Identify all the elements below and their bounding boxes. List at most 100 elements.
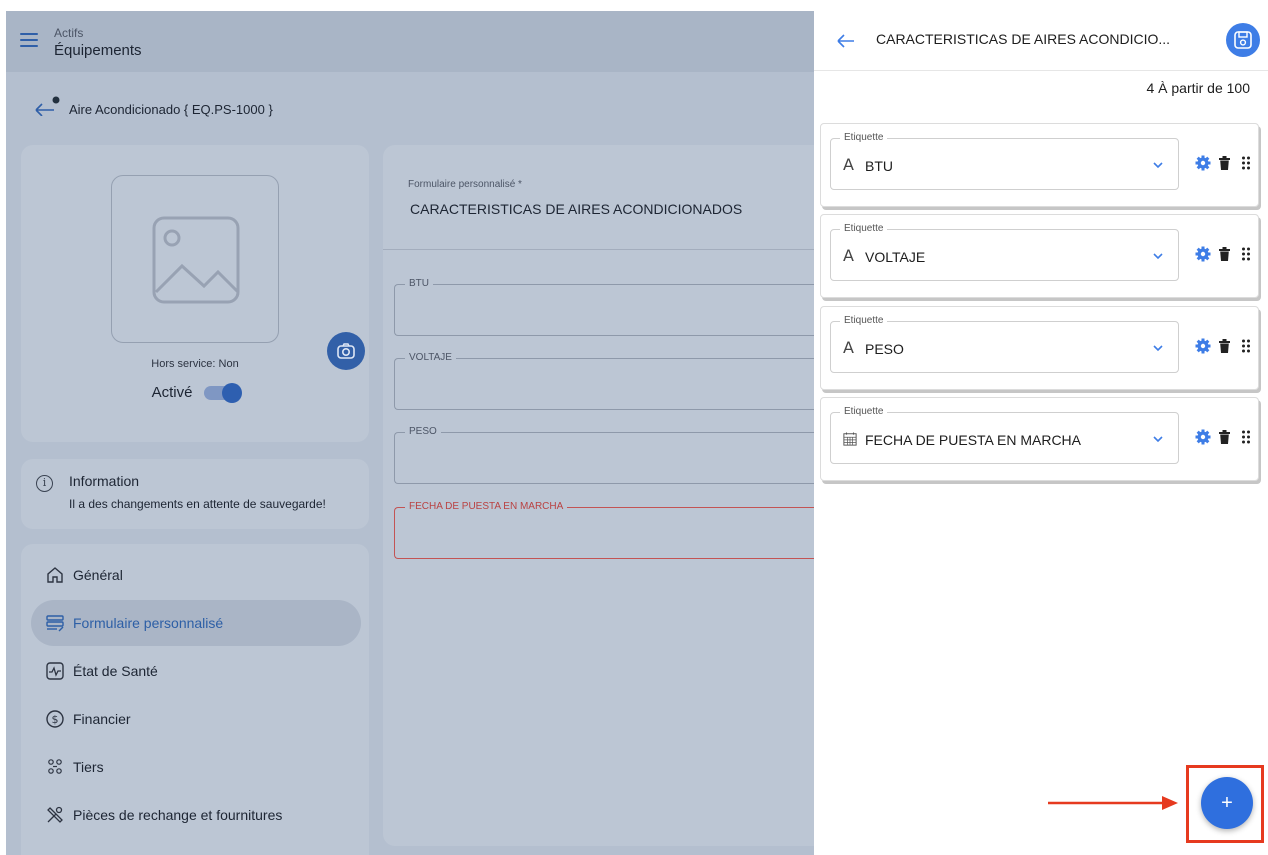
panel-title: CARACTERISTICAS DE AIRES ACONDICIO...	[876, 31, 1171, 47]
fecha-field-label: FECHA DE PUESTA EN MARCHA	[405, 501, 568, 512]
asset-header: Aire Acondicionado { EQ.PS-1000 }	[6, 72, 814, 142]
nav-item-general[interactable]: Général	[31, 552, 361, 598]
menu-icon[interactable]	[20, 33, 38, 47]
gear-icon[interactable]	[1195, 429, 1211, 445]
custom-form-label: Formulaire personnalisé *	[404, 179, 526, 190]
drag-handle-icon[interactable]	[1241, 338, 1251, 354]
add-label-button[interactable]: +	[1201, 777, 1253, 829]
dollar-icon: $	[45, 709, 65, 729]
section-nav: Général Formulaire personnalisé État de …	[21, 544, 369, 855]
svg-text:$: $	[52, 713, 59, 726]
voltaje-field-label: VOLTAJE	[405, 352, 456, 363]
text-type-icon: A	[843, 246, 854, 265]
camera-icon	[337, 343, 355, 359]
nav-item-label: État de Santé	[73, 663, 158, 679]
peso-field[interactable]: PESO	[394, 426, 814, 484]
image-placeholder-icon	[152, 216, 240, 304]
trash-icon[interactable]	[1219, 339, 1230, 353]
annotation-arrow-icon	[1048, 796, 1178, 810]
info-icon: i	[36, 475, 53, 492]
nav-item-label: Pièces de rechange et fournitures	[73, 807, 283, 823]
out-of-service-status: Hors service: Non	[151, 358, 239, 370]
trash-icon[interactable]	[1219, 430, 1230, 444]
label-select[interactable]: Etiquette A PESO	[830, 315, 1179, 373]
peso-field-label: PESO	[405, 426, 441, 437]
page-title: Équipements	[54, 42, 142, 59]
label-card: Etiquette FECHA DE PUESTA EN MARCHA	[820, 397, 1259, 481]
text-type-icon: A	[843, 338, 854, 357]
panel-header: CARACTERISTICAS DE AIRES ACONDICIO...	[814, 11, 1268, 71]
save-icon	[1234, 31, 1252, 49]
back-arrow-icon[interactable]	[34, 96, 62, 116]
chevron-down-icon[interactable]	[1152, 159, 1164, 171]
info-card: i Information Il a des changements en at…	[21, 459, 369, 529]
label-select[interactable]: Etiquette FECHA DE PUESTA EN MARCHA	[830, 406, 1179, 464]
nav-item-label: Tiers	[73, 759, 104, 775]
btu-field-label: BTU	[405, 278, 433, 289]
drag-handle-icon[interactable]	[1241, 429, 1251, 445]
divider	[383, 249, 814, 250]
tools-icon	[45, 805, 65, 825]
custom-form-card: Formulaire personnalisé * CARACTERISTICA…	[383, 145, 814, 846]
trash-icon[interactable]	[1219, 247, 1230, 261]
gear-icon[interactable]	[1195, 155, 1211, 171]
label-legend: Etiquette	[840, 223, 888, 234]
app-root: Actifs Équipements Aire Acondicionado { …	[6, 11, 1268, 855]
label-legend: Etiquette	[840, 315, 888, 326]
chevron-down-icon[interactable]	[1152, 250, 1164, 262]
custom-form-value: CARACTERISTICAS DE AIRES ACONDICIONADOS	[410, 201, 743, 217]
voltaje-field[interactable]: VOLTAJE	[394, 352, 814, 410]
photo-frame	[111, 175, 365, 370]
nav-item-label: Formulaire personnalisé	[73, 615, 224, 631]
breadcrumb-parent: Actifs	[54, 26, 84, 40]
top-bar: Actifs Équipements	[6, 11, 814, 72]
background-app: Actifs Équipements Aire Acondicionado { …	[6, 11, 814, 855]
home-icon	[45, 565, 65, 585]
label-value: VOLTAJE	[865, 249, 926, 265]
health-icon	[45, 661, 65, 681]
label-select[interactable]: Etiquette A VOLTAJE	[830, 223, 1179, 281]
active-label: Activé	[151, 384, 193, 401]
chevron-down-icon[interactable]	[1152, 342, 1164, 354]
fecha-field[interactable]: FECHA DE PUESTA EN MARCHA	[394, 501, 814, 559]
nav-item-spare-parts[interactable]: Pièces de rechange et fournitures	[31, 792, 361, 838]
custom-form-select[interactable]: Formulaire personnalisé * CARACTERISTICA…	[394, 177, 814, 233]
drag-handle-icon[interactable]	[1241, 246, 1251, 262]
asset-title: Aire Acondicionado { EQ.PS-1000 }	[69, 102, 273, 117]
nav-item-third-parties[interactable]: Tiers	[31, 744, 361, 790]
info-title: Information	[69, 473, 140, 489]
gear-icon[interactable]	[1195, 246, 1211, 262]
active-toggle[interactable]	[204, 382, 243, 403]
asset-photo-card: Hors service: Non Activé	[21, 145, 369, 442]
label-legend: Etiquette	[840, 132, 888, 143]
save-button[interactable]	[1226, 23, 1260, 57]
nav-item-label: Financier	[73, 711, 131, 727]
label-select[interactable]: Etiquette A BTU	[830, 132, 1179, 190]
nav-item-label: Général	[73, 567, 123, 583]
nav-item-custom-form[interactable]: Formulaire personnalisé	[31, 600, 361, 646]
back-arrow-icon[interactable]	[836, 31, 856, 51]
label-count: 4 À partir de 100	[1146, 80, 1250, 96]
label-card: Etiquette A PESO	[820, 306, 1259, 390]
gear-icon[interactable]	[1195, 338, 1211, 354]
label-legend: Etiquette	[840, 406, 888, 417]
people-icon	[45, 757, 65, 777]
labels-panel: CARACTERISTICAS DE AIRES ACONDICIO... 4 …	[814, 11, 1268, 855]
label-card: Etiquette A VOLTAJE	[820, 214, 1259, 298]
info-message: Il a des changements en attente de sauve…	[69, 497, 326, 511]
label-value: BTU	[865, 158, 893, 174]
label-value: FECHA DE PUESTA EN MARCHA	[865, 432, 1082, 448]
active-row: Activé	[21, 382, 369, 403]
form-icon	[45, 613, 65, 633]
label-card: Etiquette A BTU	[820, 123, 1259, 207]
label-value: PESO	[865, 341, 904, 357]
text-type-icon: A	[843, 155, 854, 174]
nav-item-health[interactable]: État de Santé	[31, 648, 361, 694]
trash-icon[interactable]	[1219, 156, 1230, 170]
btu-field[interactable]: BTU	[394, 278, 814, 336]
toggle-knob	[222, 382, 243, 403]
nav-item-financial[interactable]: $ Financier	[31, 696, 361, 742]
calendar-icon	[843, 432, 857, 446]
drag-handle-icon[interactable]	[1241, 155, 1251, 171]
chevron-down-icon[interactable]	[1152, 433, 1164, 445]
